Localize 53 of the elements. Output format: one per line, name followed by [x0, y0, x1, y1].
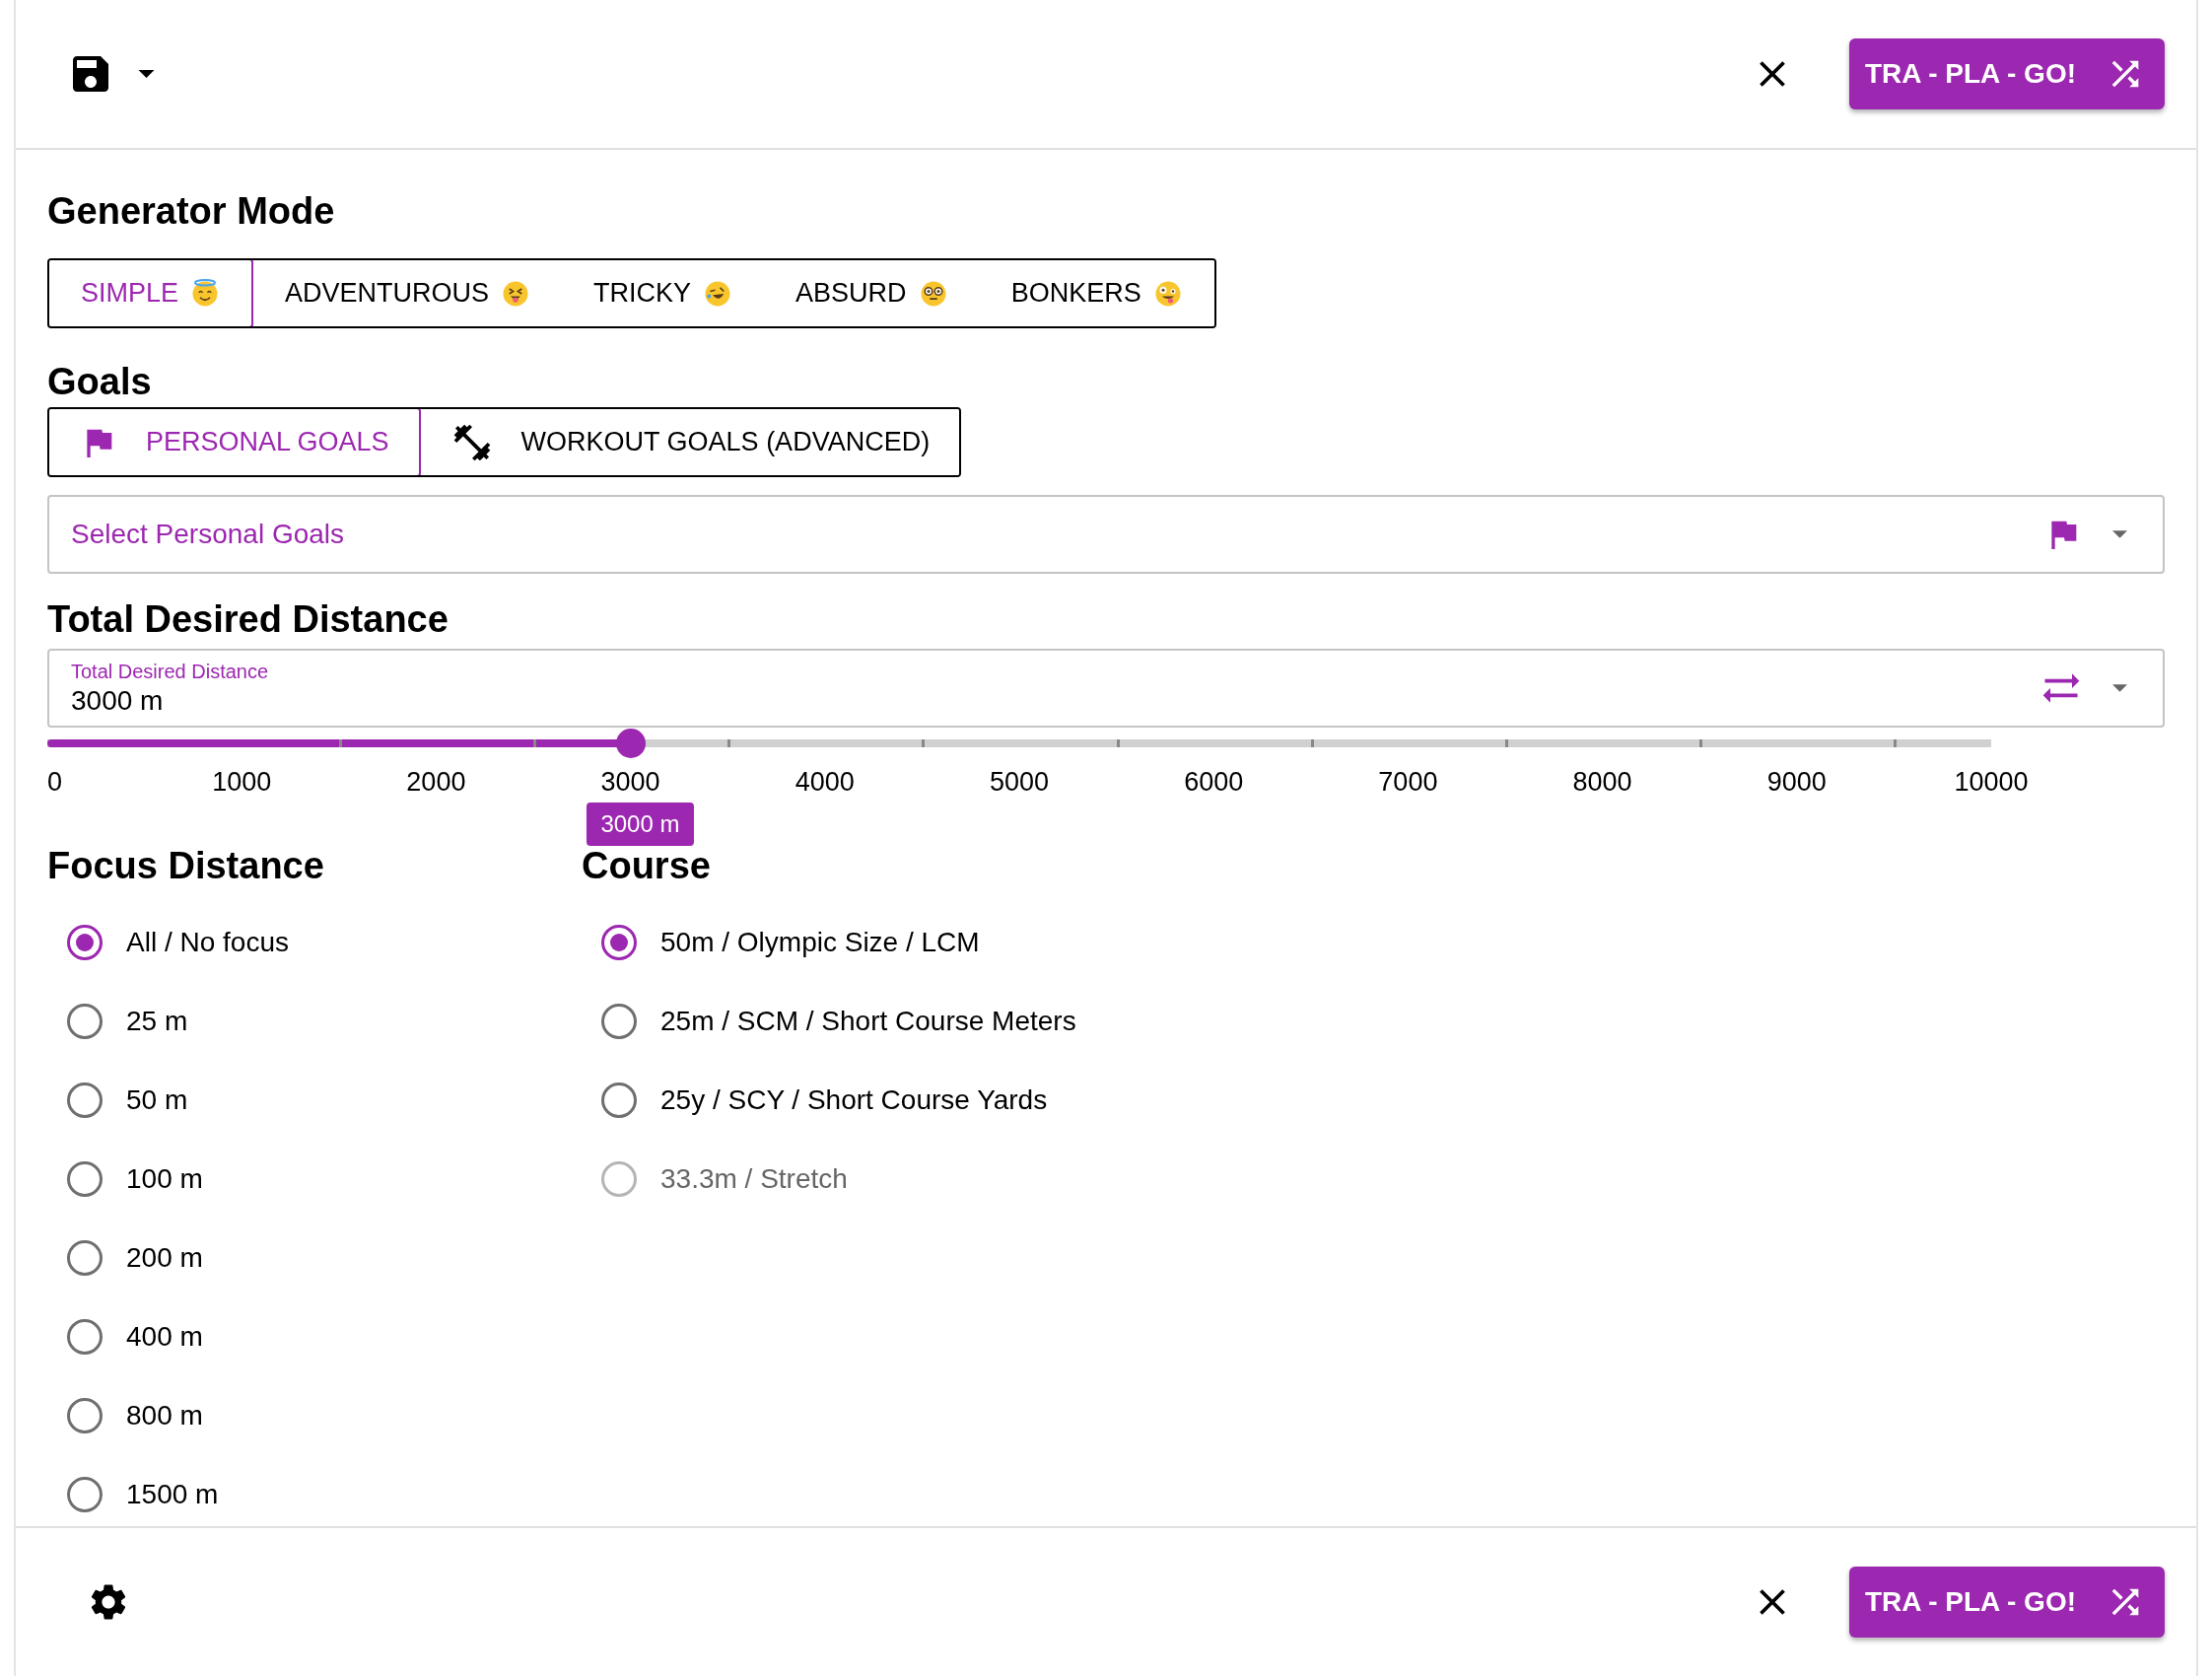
radio-button[interactable]	[601, 1004, 637, 1039]
option-label: 200 m	[126, 1242, 203, 1274]
tick-label: 3000	[600, 767, 660, 798]
goals-input[interactable]: Select Personal Goals	[71, 519, 2014, 550]
tick-label: 2000	[406, 767, 466, 798]
slider-thumb[interactable]	[615, 729, 646, 758]
radio-button[interactable]	[601, 925, 637, 960]
field-label: Total Desired Distance	[71, 660, 270, 683]
section-heading: Generator Mode	[47, 189, 336, 234]
option-label: 25 m	[126, 1006, 188, 1037]
caret-icon	[2112, 530, 2127, 538]
option-label: 400 m	[126, 1321, 203, 1353]
radio-button[interactable]	[67, 1398, 103, 1433]
tick-label: 6000	[1184, 767, 1244, 798]
value-tooltip: 3000 m	[587, 803, 694, 846]
option-label: 1500 m	[126, 1479, 219, 1510]
radio-button[interactable]	[67, 1477, 103, 1512]
option-label: 800 m	[126, 1400, 203, 1432]
goals-select[interactable]: Select Personal Goals	[47, 495, 2165, 574]
option-label: 25m / SCM / Short Course Meters	[660, 1006, 1076, 1037]
section-heading: Course	[582, 844, 712, 888]
radio-button[interactable]	[67, 1319, 103, 1355]
option-label: 100 m	[126, 1163, 203, 1195]
option-label: 50 m	[126, 1084, 188, 1116]
tick-label: 5000	[989, 767, 1050, 798]
caret-icon[interactable]	[138, 70, 155, 78]
radio-button[interactable]	[67, 1082, 103, 1118]
tick-label: 9000	[1766, 767, 1827, 798]
tick-label: 1000	[212, 767, 272, 798]
tick-label: 0	[47, 767, 63, 798]
radio-button[interactable]	[67, 1004, 103, 1039]
radio-button[interactable]	[601, 1082, 637, 1118]
tick-label: 7000	[1378, 767, 1438, 798]
tick-label: 8000	[1572, 767, 1632, 798]
option-label: 25y / SCY / Short Course Yards	[660, 1084, 1048, 1116]
generate-button[interactable]: TRA - PLA - GO!	[1848, 1567, 2165, 1638]
radio-button[interactable]	[67, 925, 103, 960]
radio-button[interactable]	[67, 1161, 103, 1197]
distance-input[interactable]: 3000 m	[71, 684, 2010, 717]
section-heading: Goals	[47, 360, 153, 404]
distance-field[interactable]: Total Desired Distance 3000 m	[47, 649, 2165, 728]
tick-label: 10000	[1954, 767, 2029, 798]
option-label: 33.3m / Stretch	[660, 1163, 848, 1195]
radio-button[interactable]	[67, 1240, 103, 1276]
option-label: All / No focus	[126, 927, 289, 958]
generate-button[interactable]: TRA - PLA - GO!	[1848, 38, 2165, 109]
section-heading: Focus Distance	[47, 844, 325, 888]
section-heading: Total Desired Distance	[47, 597, 449, 642]
mode-tab[interactable]: SIMPLE	[49, 260, 254, 326]
tick-label: 4000	[795, 767, 855, 798]
caret-icon	[2112, 684, 2127, 692]
goals-tab[interactable]: PERSONAL GOALS	[49, 409, 421, 475]
option-label: 50m / Olympic Size / LCM	[660, 927, 980, 958]
